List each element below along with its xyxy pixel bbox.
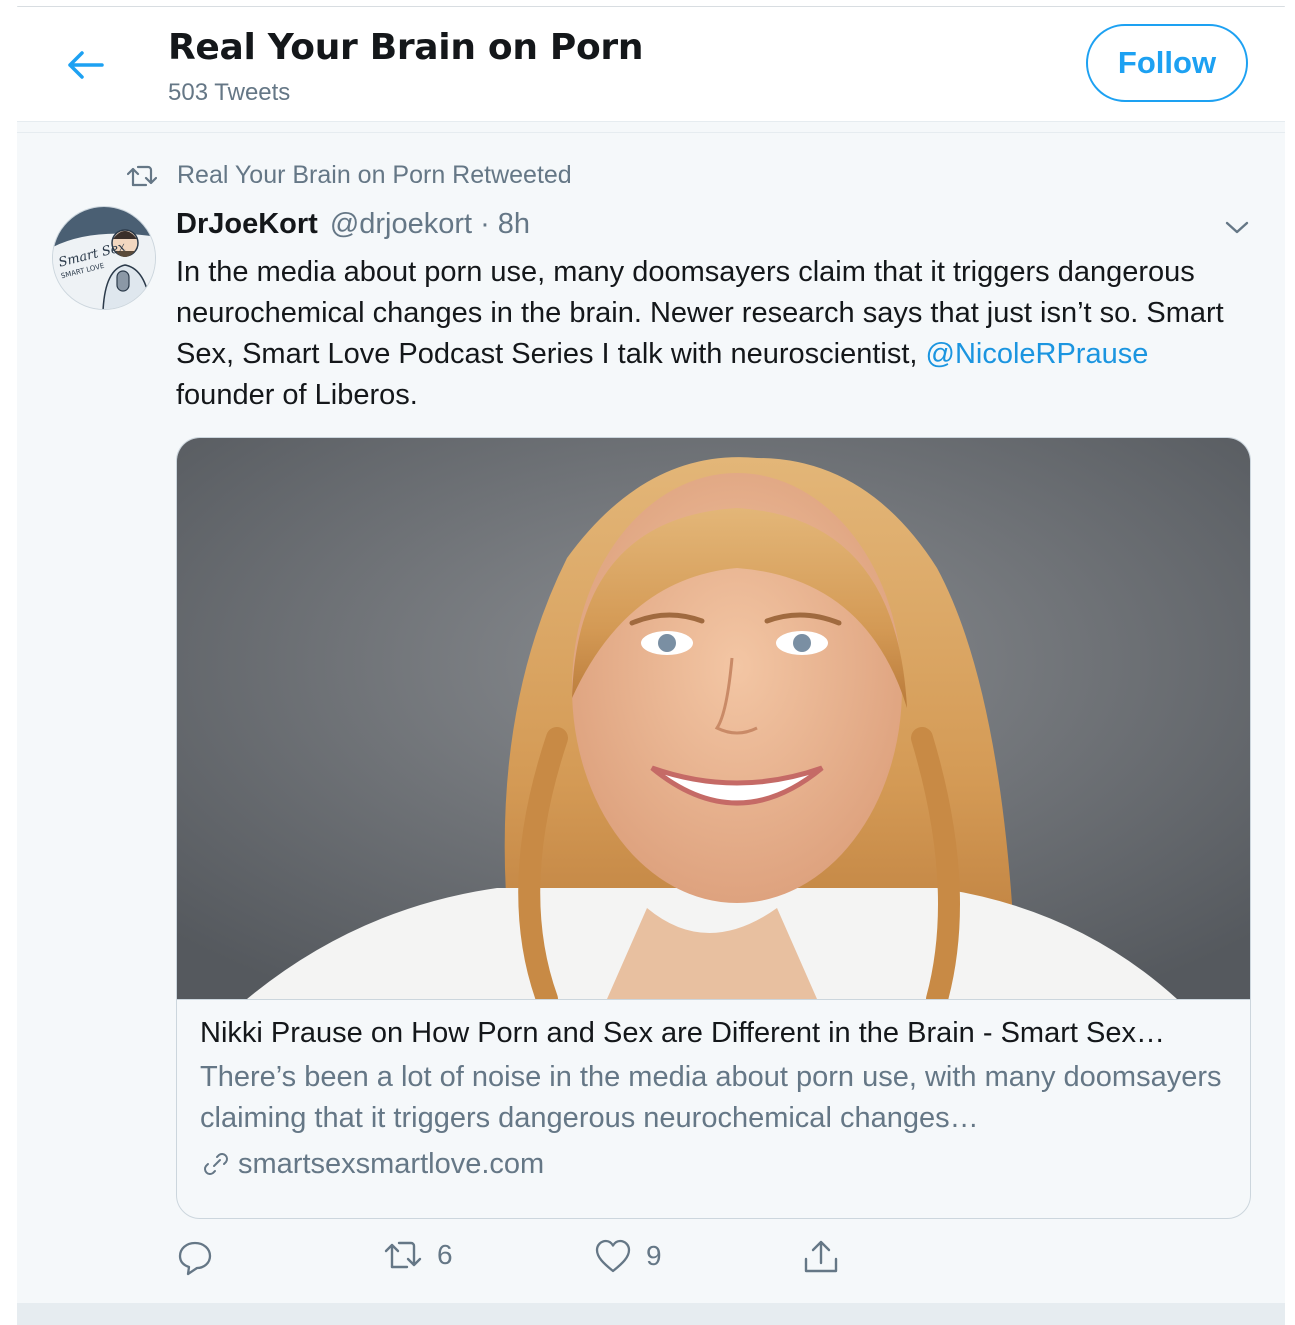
tweet[interactable]: Real Your Brain on Porn Retweeted Smart …	[17, 133, 1285, 1303]
like-button[interactable]: 9	[594, 1238, 662, 1274]
share-button[interactable]	[802, 1238, 840, 1276]
retweet-action-icon[interactable]	[383, 1238, 423, 1272]
reply-icon[interactable]	[176, 1238, 214, 1276]
tweet-text-part2: founder of Liberos.	[176, 379, 418, 411]
retweet-count: 6	[437, 1239, 453, 1270]
header-divider	[17, 121, 1285, 133]
author-display-name[interactable]: DrJoeKort	[176, 208, 318, 241]
card-body: Nikki Prause on How Porn and Sex are Dif…	[200, 1013, 1230, 1185]
mention-link[interactable]: @NicoleRPrause	[926, 338, 1149, 370]
link-icon	[204, 1153, 228, 1175]
avatar[interactable]: Smart Sex SMART LOVE	[52, 206, 156, 310]
card-image[interactable]	[177, 438, 1250, 1000]
tweet-author-row: DrJoeKort @drjoekort · 8h	[176, 208, 530, 241]
card-domain: smartsexsmartlove.com	[200, 1143, 1230, 1185]
tweet-timestamp[interactable]: 8h	[498, 208, 530, 241]
profile-header: Real Your Brain on Porn 503 Tweets Follo…	[17, 7, 1285, 121]
card-domain-text: smartsexsmartlove.com	[238, 1148, 545, 1180]
caret-down-icon[interactable]	[1222, 215, 1252, 239]
retweet-icon	[127, 165, 157, 186]
tweets-count: 503 Tweets	[168, 79, 291, 106]
page-title: Real Your Brain on Porn	[168, 27, 644, 68]
portrait-photo	[177, 438, 1250, 999]
reply-button[interactable]	[176, 1238, 228, 1276]
back-arrow-icon[interactable]	[65, 49, 105, 81]
back-button[interactable]	[65, 45, 105, 85]
link-card[interactable]: Nikki Prause on How Porn and Sex are Dif…	[176, 437, 1251, 1219]
share-icon[interactable]	[802, 1238, 840, 1276]
card-description: There’s been a lot of noise in the media…	[200, 1061, 1222, 1134]
tweet-text: In the media about porn use, many doomsa…	[176, 252, 1251, 416]
separator-dot: ·	[480, 208, 490, 240]
like-count: 9	[646, 1240, 662, 1271]
card-title: Nikki Prause on How Porn and Sex are Dif…	[200, 1017, 1165, 1049]
retweet-context: Real Your Brain on Porn Retweeted	[127, 161, 572, 190]
retweeted-by-label[interactable]: Real Your Brain on Porn Retweeted	[177, 161, 572, 190]
author-handle[interactable]: @drjoekort	[330, 208, 472, 241]
retweet-button[interactable]: 6	[383, 1238, 453, 1272]
avatar-illustration: Smart Sex SMART LOVE	[53, 207, 155, 309]
follow-button[interactable]: Follow	[1086, 24, 1248, 102]
like-icon[interactable]	[594, 1238, 632, 1274]
bottom-divider	[17, 1303, 1285, 1325]
tweet-actions: 6 9	[176, 1238, 876, 1288]
